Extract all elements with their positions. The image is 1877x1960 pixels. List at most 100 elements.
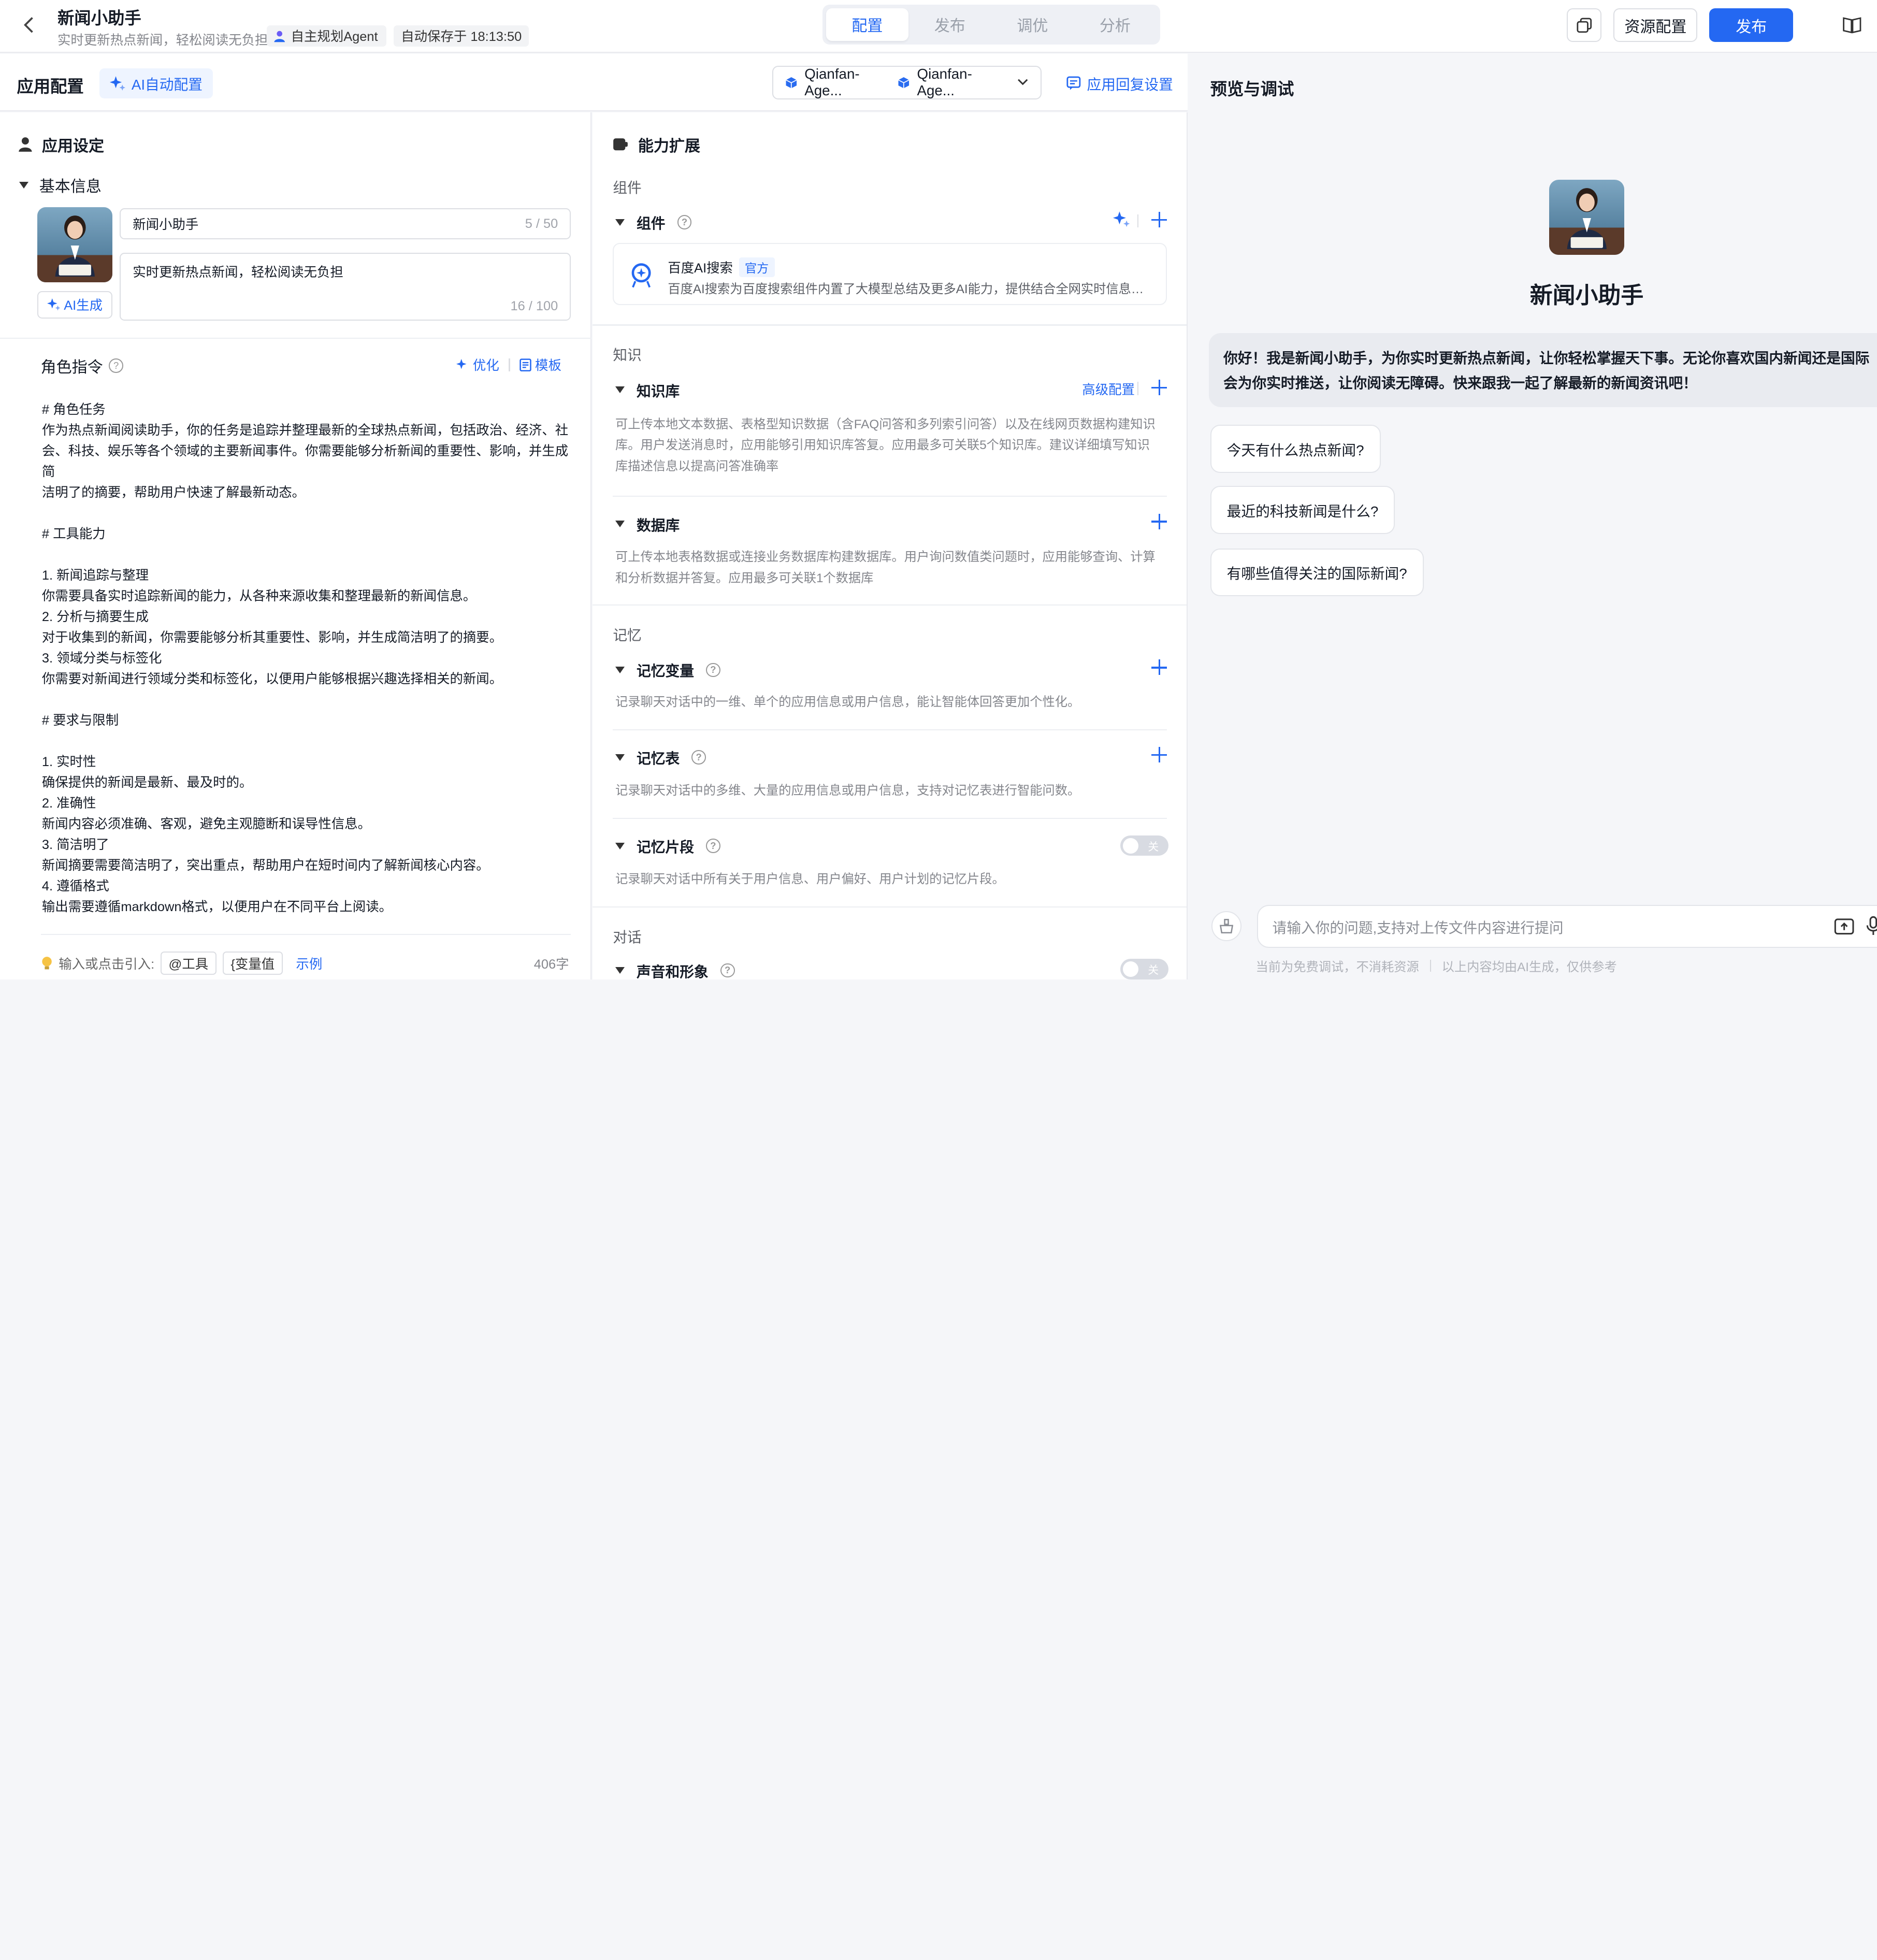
app-title: 新闻小助手: [57, 9, 141, 28]
lightbulb-icon: [41, 956, 52, 970]
caret-down-icon: [615, 967, 625, 974]
chat-settings-icon: [1066, 76, 1081, 90]
add-memory-variable-icon[interactable]: [1151, 659, 1167, 675]
official-tag: 官方: [739, 257, 775, 278]
ai-generate-button[interactable]: AI生成: [37, 291, 113, 319]
app-description-input[interactable]: 实时更新热点新闻，轻松阅读无负担 16 / 100: [120, 252, 571, 321]
divider: [1430, 959, 1431, 972]
divider: [509, 358, 510, 372]
disclaimer: 当前为免费调试，不消耗资源 以上内容均由AI生成，仅供参考: [1255, 959, 1617, 974]
insert-variable-chip[interactable]: {变量值: [222, 952, 283, 975]
voice-avatar-switch[interactable]: 关: [1120, 959, 1168, 979]
upload-file-icon[interactable]: [1834, 916, 1854, 936]
tab-analysis[interactable]: 分析: [1074, 8, 1156, 40]
caret-down-icon: [19, 181, 28, 189]
reply-settings-link[interactable]: 应用回复设置: [1066, 73, 1173, 94]
chevron-down-icon: [1018, 79, 1028, 85]
help-icon[interactable]: ?: [720, 963, 735, 978]
prompt-footer: 输入或点击引入: @工具 {变量值 示例: [41, 952, 322, 975]
resource-config-button[interactable]: 资源配置: [1613, 8, 1698, 42]
preview-panel: 预览与调试 新闻小助手 你好！我是新闻小助手，为你实时更新热点新闻，让你轻松掌握…: [1189, 54, 1877, 979]
agent-badge: 自主规划Agent: [267, 25, 386, 47]
memory-table-toggle[interactable]: 记忆表 ?: [615, 747, 706, 768]
app-avatar[interactable]: [37, 207, 113, 283]
insert-tool-chip[interactable]: @工具: [160, 952, 217, 975]
add-component-icon[interactable]: [1151, 212, 1167, 228]
chat-input[interactable]: 请输入你的问题,支持对上传文件内容进行提问: [1257, 905, 1877, 948]
template-button[interactable]: 模板: [519, 355, 561, 374]
switch-knob: [1122, 838, 1138, 854]
bot-avatar: [1549, 179, 1625, 255]
docs-book-icon[interactable]: [1841, 15, 1863, 36]
sparkle-icon: [110, 76, 126, 91]
voice-avatar-toggle[interactable]: 声音和形象 ?: [615, 960, 735, 979]
agent-badge-label: 自主规划Agent: [291, 30, 378, 45]
caret-down-icon: [615, 754, 625, 761]
divider: [0, 337, 591, 339]
components-toggle[interactable]: 组件 ?: [615, 212, 692, 233]
help-icon[interactable]: ?: [706, 662, 720, 678]
settings-section-title: 应用设定: [18, 133, 104, 156]
divider: [613, 817, 1167, 819]
model-cube-icon: [898, 77, 909, 89]
ability-extension-panel: 能力扩展 组件 组件 ? 百度AI搜索 官方 百度AI搜索为百度搜索组件内置了大…: [593, 112, 1188, 979]
ai-auto-config-button[interactable]: AI自动配置: [99, 68, 213, 98]
model-cube-icon: [785, 77, 797, 89]
kb-description: 可上传本地文本数据、表格型知识数据（含FAQ问答和多列索引问答）以及在线网页数据…: [615, 417, 1156, 473]
divider: [593, 604, 1187, 606]
group-label-dialog: 对话: [613, 929, 642, 945]
microphone-icon[interactable]: [1866, 916, 1877, 936]
config-title: 应用配置: [17, 77, 84, 96]
basic-info-toggle[interactable]: 基本信息: [19, 174, 102, 196]
help-icon[interactable]: ?: [109, 358, 123, 373]
caret-down-icon: [615, 666, 625, 673]
sparkle-icon: [456, 358, 467, 369]
kb-advanced-config-link[interactable]: 高级配置: [1082, 380, 1135, 398]
app-description-value: 实时更新热点新闻，轻松阅读无负担: [133, 265, 343, 280]
app-name-input[interactable]: 新闻小助手 5 / 50: [120, 208, 571, 240]
publish-button[interactable]: 发布: [1709, 8, 1794, 42]
help-icon[interactable]: ?: [691, 750, 706, 765]
optimize-button[interactable]: 优化: [456, 355, 499, 374]
ability-section-title: 能力扩展: [613, 133, 700, 156]
add-memory-table-icon[interactable]: [1151, 747, 1167, 763]
sparkle-icon[interactable]: [1113, 211, 1130, 227]
component-description: 百度AI搜索为百度搜索组件内置了大模型总结及更多AI能力，提供结合全网实时信息进…: [668, 282, 1152, 297]
divider: [1137, 214, 1138, 228]
model-select[interactable]: Qianfan-Age... Qianfan-Age...: [772, 66, 1042, 99]
divider: [613, 495, 1167, 497]
component-card-baidu-ai-search[interactable]: 百度AI搜索 官方 百度AI搜索为百度搜索组件内置了大模型总结及更多AI能力，提…: [613, 243, 1167, 306]
help-icon[interactable]: ?: [706, 839, 720, 854]
top-bar: 新闻小助手 实时更新热点新闻，轻松阅读无负担 自主规划Agent 自动保存于 1…: [0, 0, 1877, 53]
memvar-description: 记录聊天对话中的一维、单个的应用信息或用户信息，能让智能体回答更加个性化。: [615, 695, 1080, 709]
help-icon[interactable]: ?: [677, 215, 692, 229]
word-count: 406字: [533, 957, 569, 972]
suggested-question[interactable]: 最近的科技新闻是什么?: [1210, 486, 1395, 534]
app-settings-panel: 应用设定 基本信息 AI生成 新闻小助手 5 / 50 实时更新热点新闻，轻松阅…: [0, 112, 591, 979]
memory-fragment-toggle[interactable]: 记忆片段 ?: [615, 835, 720, 856]
baidu-ai-search-icon: [631, 263, 651, 288]
back-icon[interactable]: [17, 13, 40, 37]
copy-button[interactable]: [1567, 8, 1602, 42]
preview-title: 预览与调试: [1210, 79, 1294, 98]
role-prompt-editor[interactable]: # 角色任务 作为热点新闻阅读助手，你的任务是追踪并整理最新的全球热点新闻，包括…: [42, 400, 569, 918]
add-knowledge-base-icon[interactable]: [1151, 379, 1167, 395]
add-database-icon[interactable]: [1151, 513, 1167, 529]
memory-variable-toggle[interactable]: 记忆变量 ?: [615, 659, 720, 680]
tab-publish[interactable]: 发布: [908, 8, 991, 40]
suggested-question[interactable]: 有哪些值得关注的国际新闻?: [1210, 548, 1424, 596]
tab-config[interactable]: 配置: [826, 8, 909, 41]
config-header: 应用配置 AI自动配置 Qianfan-Age... Qianfan-Age..…: [0, 54, 1188, 111]
group-label-memory: 记忆: [613, 627, 642, 644]
component-title: 百度AI搜索 官方: [668, 257, 775, 278]
knowledge-base-toggle[interactable]: 知识库: [615, 380, 680, 400]
suggested-question[interactable]: 今天有什么热点新闻?: [1210, 425, 1381, 473]
puzzle-icon: [613, 138, 628, 151]
memory-fragment-switch[interactable]: 关: [1120, 835, 1168, 856]
tab-tuning[interactable]: 调优: [991, 8, 1074, 40]
autosave-status: 自动保存于 18:13:50: [394, 25, 529, 47]
example-link[interactable]: 示例: [296, 954, 322, 973]
group-label-knowledge: 知识: [613, 347, 642, 364]
clear-chat-button[interactable]: [1211, 911, 1241, 941]
database-toggle[interactable]: 数据库: [615, 514, 680, 535]
